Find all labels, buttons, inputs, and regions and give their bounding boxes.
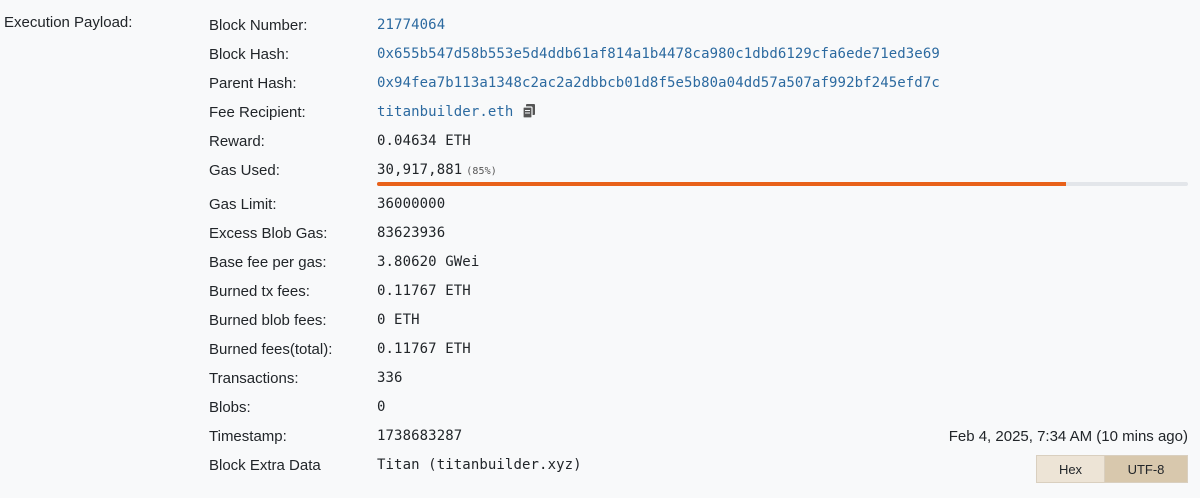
reward-label: Reward: — [209, 133, 265, 150]
fee-recipient-link[interactable]: titanbuilder.eth — [377, 104, 513, 120]
transactions-value: 336 — [377, 370, 403, 386]
block-number-row: Block Number: 21774064 — [209, 13, 1188, 42]
base-fee-row: Base fee per gas: 3.80620 GWei — [209, 250, 1188, 279]
timestamp-value: 1738683287 — [377, 428, 463, 444]
copy-icon[interactable] — [522, 104, 536, 122]
reward-row: Reward: 0.04634 ETH — [209, 129, 1188, 158]
gas-used-value: 30,917,881 (85%) — [377, 162, 497, 178]
burned-tx-fees-value: 0.11767 ETH — [377, 283, 471, 299]
parent-hash-link[interactable]: 0x94fea7b113a1348c2ac2a2dbbcb01d8f5e5b80… — [377, 75, 940, 91]
block-extra-data-value: Titan (titanbuilder.xyz) — [377, 457, 582, 473]
burned-tx-fees-label: Burned tx fees: — [209, 283, 310, 300]
base-fee-value: 3.80620 GWei — [377, 254, 480, 270]
encoding-toggle: Hex UTF-8 — [1036, 455, 1188, 483]
burned-fees-total-value: 0.11767 ETH — [377, 341, 471, 357]
block-extra-data-row: Block Extra Data Titan (titanbuilder.xyz… — [209, 453, 1188, 483]
parent-hash-label: Parent Hash: — [209, 75, 297, 92]
execution-payload-details: Block Number: 21774064 Block Hash: 0x655… — [209, 13, 1188, 483]
gas-used-amount: 30,917,881 — [377, 162, 463, 178]
section-label: Execution Payload: — [4, 14, 133, 31]
transactions-label: Transactions: — [209, 370, 299, 387]
excess-blob-gas-row: Excess Blob Gas: 83623936 — [209, 221, 1188, 250]
utf8-button[interactable]: UTF-8 — [1105, 455, 1188, 483]
parent-hash-row: Parent Hash: 0x94fea7b113a1348c2ac2a2dbb… — [209, 71, 1188, 100]
fee-recipient-value: titanbuilder.eth — [377, 104, 536, 122]
blobs-value: 0 — [377, 399, 386, 415]
burned-blob-fees-label: Burned blob fees: — [209, 312, 327, 329]
gas-limit-label: Gas Limit: — [209, 196, 277, 213]
timestamp-row: Timestamp: 1738683287 Feb 4, 2025, 7:34 … — [209, 424, 1188, 453]
block-hash-link[interactable]: 0x655b547d58b553e5d4ddb61af814a1b4478ca9… — [377, 46, 940, 62]
gas-limit-value: 36000000 — [377, 196, 446, 212]
excess-blob-gas-value: 83623936 — [377, 225, 446, 241]
excess-blob-gas-label: Excess Blob Gas: — [209, 225, 328, 242]
fee-recipient-label: Fee Recipient: — [209, 104, 306, 121]
timestamp-label: Timestamp: — [209, 428, 287, 445]
reward-value: 0.04634 ETH — [377, 133, 471, 149]
gas-used-progress-bar — [377, 182, 1188, 186]
burned-blob-fees-value: 0 ETH — [377, 312, 420, 328]
blobs-row: Blobs: 0 — [209, 395, 1188, 424]
block-number-link[interactable]: 21774064 — [377, 17, 445, 33]
gas-limit-row: Gas Limit: 36000000 — [209, 192, 1188, 221]
burned-fees-total-row: Burned fees(total): 0.11767 ETH — [209, 337, 1188, 366]
burned-blob-fees-row: Burned blob fees: 0 ETH — [209, 308, 1188, 337]
gas-used-label: Gas Used: — [209, 162, 280, 179]
gas-used-progress-fill — [377, 182, 1067, 186]
burned-fees-total-label: Burned fees(total): — [209, 341, 333, 358]
blobs-label: Blobs: — [209, 399, 251, 416]
block-hash-row: Block Hash: 0x655b547d58b553e5d4ddb61af8… — [209, 42, 1188, 71]
transactions-row: Transactions: 336 — [209, 366, 1188, 395]
fee-recipient-row: Fee Recipient: titanbuilder.eth — [209, 100, 1188, 129]
hex-button[interactable]: Hex — [1036, 455, 1105, 483]
block-number-label: Block Number: — [209, 17, 308, 34]
timestamp-human: Feb 4, 2025, 7:34 AM (10 mins ago) — [948, 428, 1188, 445]
burned-tx-fees-row: Burned tx fees: 0.11767 ETH — [209, 279, 1188, 308]
gas-used-percent: (85%) — [466, 166, 497, 177]
block-extra-data-label: Block Extra Data — [209, 457, 321, 474]
base-fee-label: Base fee per gas: — [209, 254, 327, 271]
gas-used-row: Gas Used: 30,917,881 (85%) — [209, 158, 1188, 192]
block-hash-label: Block Hash: — [209, 46, 290, 63]
